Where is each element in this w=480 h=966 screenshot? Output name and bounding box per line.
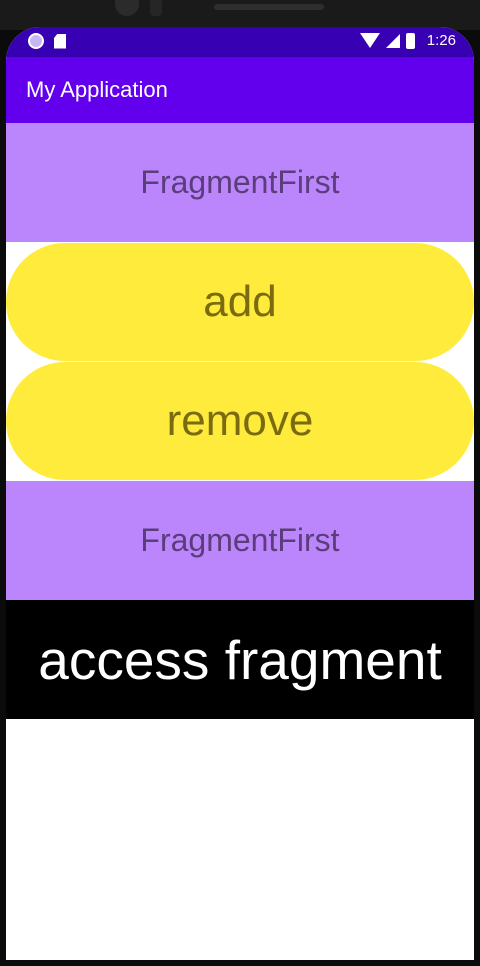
camera-icon [115, 0, 139, 16]
status-left-icons [28, 33, 66, 49]
access-fragment-button[interactable]: access fragment [6, 600, 474, 719]
fragment-first-bottom: FragmentFirst [6, 481, 474, 600]
status-time: 1:26 [426, 32, 456, 49]
sensor-icon [150, 0, 162, 16]
fragment-first-top: FragmentFirst [6, 123, 474, 242]
status-right-icons: 1:26 [359, 32, 456, 49]
add-button[interactable]: add [6, 243, 474, 361]
fragment-label: FragmentFirst [140, 164, 340, 200]
signal-icon [385, 33, 400, 48]
wifi-icon [359, 33, 380, 48]
app-bar: My Application [6, 57, 474, 123]
fragment-label: FragmentFirst [140, 522, 340, 558]
battery-icon [405, 32, 415, 49]
device-bezel [0, 0, 480, 30]
app-indicator-icon [28, 33, 44, 49]
sd-card-icon [54, 33, 66, 49]
status-bar: 1:26 [6, 27, 474, 57]
access-fragment-label: access fragment [38, 628, 442, 691]
device-bottom-bezel [0, 960, 480, 966]
phone-screen: 1:26 My Application FragmentFirst add re… [6, 27, 474, 960]
speaker-grille [214, 4, 324, 10]
app-title: My Application [26, 77, 168, 102]
remove-button[interactable]: remove [6, 362, 474, 480]
